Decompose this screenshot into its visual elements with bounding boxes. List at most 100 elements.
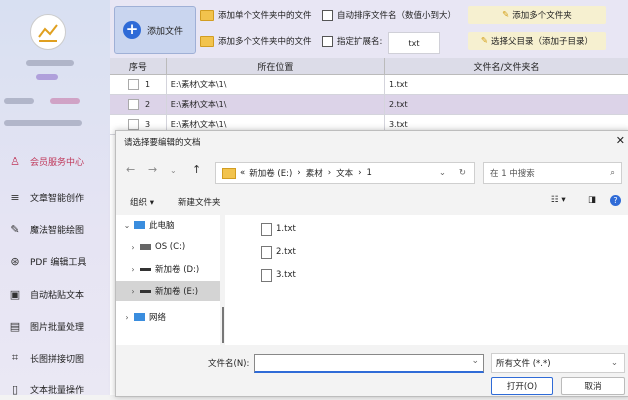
document-icon [261, 268, 272, 282]
navigation-bar: ← → ⌄ ↑ « 新加卷 (E:) › 素材 › 文本 › 1 ⌄ ↻ 在 1… [116, 157, 628, 185]
file-list: 1.txt 2.txt 3.txt [225, 215, 628, 345]
drive-icon [140, 289, 151, 293]
breadcrumb-wenben[interactable]: 文本 [336, 167, 353, 179]
tree-scrollbar[interactable] [222, 307, 224, 343]
chevron-right-icon[interactable]: › [120, 313, 134, 322]
user-icon: ♙ [10, 154, 20, 168]
sidebar: ♙ 会员服务中心 ≡ 文章智能创作 ✎ 魔法智能绘图 ⊛ PDF 编辑工具 ▣ 自动粘贴文… [0, 0, 110, 396]
sidebar-item-member[interactable]: ♙ 会员服务中心 [8, 150, 108, 172]
file-table: 序号 所在位置 文件名/文件夹名 1 E:\素材\文本\1\ 1.txt 2 E… [110, 58, 628, 135]
info-blurred [50, 98, 80, 104]
pencil-icon: ✎ [480, 36, 489, 46]
filename-label: 文件名(N): [208, 359, 250, 369]
chevron-down-icon: ⌄ [610, 358, 618, 368]
row-checkbox[interactable] [128, 119, 139, 130]
file-item[interactable]: 2.txt [261, 243, 296, 261]
select-parent-button[interactable]: ✎ 选择父目录（添加子目录） [468, 32, 606, 50]
table-header: 序号 所在位置 文件名/文件夹名 [110, 58, 628, 75]
chevron-down-icon[interactable]: ⌄ [471, 356, 479, 366]
add-multi-folder-files-button[interactable]: 添加多个文件夹中的文件 [200, 32, 312, 50]
close-icon[interactable]: ✕ [616, 134, 625, 147]
file-item[interactable]: 3.txt [261, 266, 296, 284]
extension-input[interactable]: txt [388, 32, 440, 54]
command-bar: 组织 ▾ 新建文件夹 ☷ ▾ ◨ ? [116, 193, 628, 211]
tree-item-e-drive[interactable]: › 新加卷 (E:) [116, 281, 220, 301]
plus-icon: + [123, 21, 141, 39]
checkbox[interactable] [322, 9, 333, 21]
brush-icon: ✎ [10, 222, 20, 236]
pdf-icon: ⊛ [10, 254, 20, 268]
preview-pane-icon[interactable]: ◨ [588, 195, 596, 205]
row-checkbox[interactable] [128, 79, 139, 90]
column-name: 文件名/文件夹名 [473, 62, 540, 73]
help-icon[interactable]: ? [610, 195, 621, 206]
organize-button[interactable]: 组织 ▾ [130, 196, 154, 208]
open-button[interactable]: 打开(O) [491, 377, 553, 395]
app-logo [30, 14, 66, 50]
filename-input[interactable]: ⌄ [254, 354, 484, 373]
file-item[interactable]: 1.txt [261, 220, 296, 238]
user-name-blurred [26, 60, 74, 66]
breadcrumb-e-drive[interactable]: 新加卷 (E:) [249, 167, 292, 179]
dialog-title: 请选择要编辑的文档 [124, 138, 201, 148]
sidebar-item-article[interactable]: ≡ 文章智能创作 [8, 186, 108, 208]
refresh-icon[interactable]: ↻ [459, 168, 466, 178]
sidebar-item-crop[interactable]: ⌗ 长图拼接切图 [8, 347, 108, 369]
sidebar-item-text[interactable]: ▯ 文本批量操作 [8, 378, 108, 400]
checkbox[interactable] [322, 35, 333, 47]
add-single-folder-button[interactable]: 添加单个文件夹中的文件 [200, 6, 312, 24]
folder-icon [200, 35, 214, 47]
chevron-right-icon[interactable]: › [126, 287, 140, 296]
sidebar-item-paste[interactable]: ▣ 自动粘贴文本 [8, 283, 108, 305]
chevron-down-icon[interactable]: ⌄ [439, 168, 446, 178]
auto-sort-checkbox[interactable]: 自动排序文件名（数值小到大） [322, 6, 456, 24]
tree-item-c-drive[interactable]: › OS (C:) [116, 237, 220, 257]
view-options-icon[interactable]: ☷ ▾ [551, 195, 566, 205]
chevron-down-icon[interactable]: ⌄ [120, 221, 134, 230]
chevron-down-icon[interactable]: ⌄ [170, 166, 177, 175]
table-row[interactable]: 2 E:\素材\文本\1\ 2.txt [110, 95, 628, 115]
sidebar-item-draw[interactable]: ✎ 魔法智能绘图 [8, 218, 108, 240]
search-icon: ⌕ [610, 168, 615, 178]
breadcrumb-1[interactable]: 1 [367, 168, 372, 178]
tree-item-this-pc[interactable]: ⌄ 此电脑 [116, 215, 220, 235]
document-icon [261, 245, 272, 259]
breadcrumb-sucai[interactable]: 素材 [306, 167, 323, 179]
info-blurred [4, 98, 34, 104]
toolbar: + 添加文件 添加单个文件夹中的文件 添加多个文件夹中的文件 自动排序文件名（数… [110, 0, 628, 58]
chevron-right-icon[interactable]: › [126, 265, 140, 274]
filetype-select[interactable]: 所有文件 (*.*) ⌄ [491, 353, 625, 373]
add-file-button[interactable]: + 添加文件 [114, 6, 196, 54]
list-icon: ≡ [10, 190, 20, 204]
address-bar[interactable]: « 新加卷 (E:) › 素材 › 文本 › 1 ⌄ ↻ [215, 162, 475, 184]
folder-icon [222, 167, 236, 179]
crop-icon: ⌗ [11, 351, 19, 364]
drive-icon [140, 267, 151, 271]
column-index: 序号 [110, 58, 167, 74]
table-row[interactable]: 1 E:\素材\文本\1\ 1.txt [110, 75, 628, 95]
sidebar-item-pdf[interactable]: ⊛ PDF 编辑工具 [8, 250, 108, 272]
computer-icon [134, 221, 145, 229]
chevron-right-icon[interactable]: › [126, 243, 140, 252]
network-icon [134, 313, 145, 321]
search-input[interactable]: 在 1 中搜索 ⌕ [483, 162, 622, 184]
sidebar-item-image[interactable]: ▤ 图片批量处理 [8, 315, 108, 337]
specify-ext-checkbox[interactable]: 指定扩展名: [322, 32, 382, 50]
folder-icon [200, 9, 214, 21]
up-arrow-icon[interactable]: ↑ [192, 163, 201, 176]
new-folder-button[interactable]: 新建文件夹 [178, 196, 221, 208]
navigation-tree: ⌄ 此电脑 › OS (C:) › 新加卷 (D:) › 新加卷 (E:) › 网络 [116, 215, 220, 345]
row-checkbox[interactable] [128, 99, 139, 110]
tree-item-d-drive[interactable]: › 新加卷 (D:) [116, 259, 220, 279]
open-file-dialog: 请选择要编辑的文档 ✕ ← → ⌄ ↑ « 新加卷 (E:) › 素材 › 文本… [115, 130, 628, 397]
image-icon: ▤ [9, 319, 21, 333]
dialog-footer: 文件名(N): ⌄ 所有文件 (*.*) ⌄ 打开(O) 取消 [116, 347, 628, 396]
add-multi-folders-button[interactable]: ✎ 添加多个文件夹 [468, 6, 606, 24]
forward-arrow-icon[interactable]: → [148, 163, 157, 176]
cancel-button[interactable]: 取消 [561, 377, 625, 395]
document-icon [261, 222, 272, 236]
pencil-icon: ✎ [502, 10, 510, 20]
drive-icon [140, 244, 151, 250]
tree-item-network[interactable]: › 网络 [116, 307, 220, 327]
back-arrow-icon[interactable]: ← [126, 163, 135, 176]
